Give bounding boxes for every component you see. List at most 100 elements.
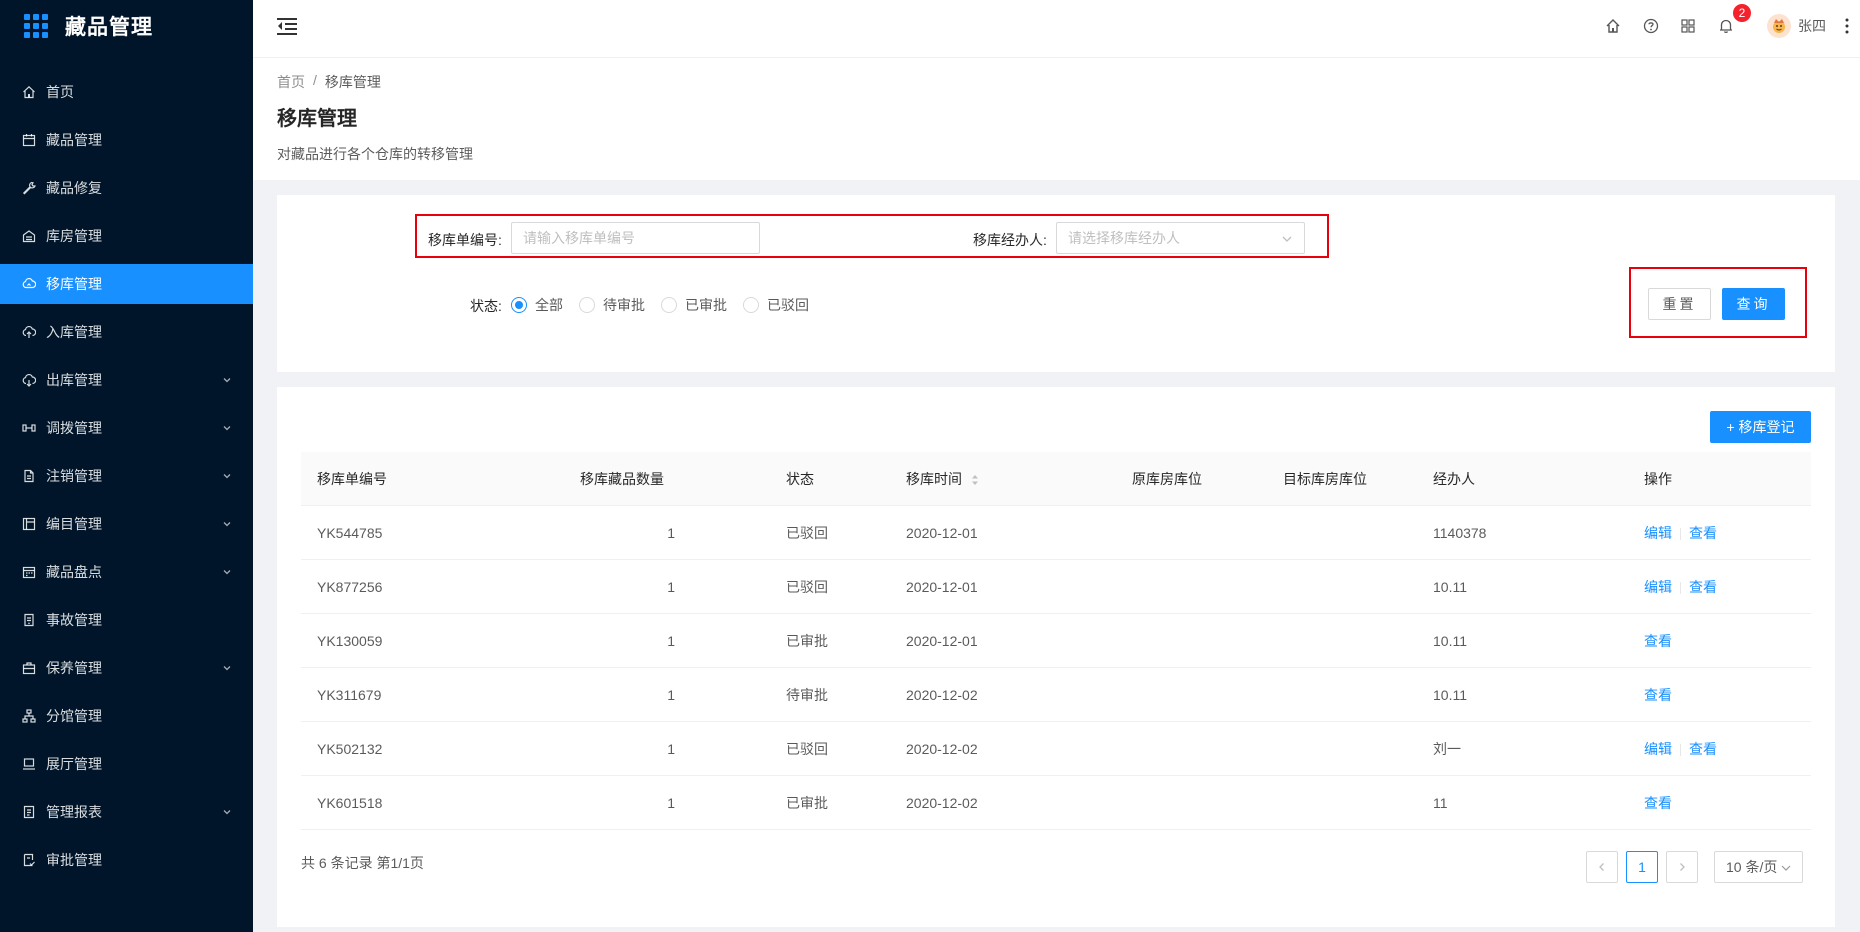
status-radio-option[interactable]: 全部 xyxy=(511,295,563,315)
table-row: YK877256 1 已驳回 2020-12-01 10.11 编辑 查看 xyxy=(301,560,1811,614)
table-cell-status: 已驳回 xyxy=(786,740,828,757)
table-cell-time: 2020-12-01 xyxy=(906,632,978,649)
table-cell-id: YK502132 xyxy=(317,740,383,757)
handler-select[interactable]: 请选择移库经办人 xyxy=(1056,222,1305,254)
avatar[interactable] xyxy=(1767,14,1791,38)
breadcrumb-home[interactable]: 首页 xyxy=(277,72,305,92)
sidebar-item[interactable]: 调拨管理 xyxy=(0,408,253,448)
sidebar-item[interactable]: 事故管理 xyxy=(0,600,253,640)
radio-circle-icon[interactable] xyxy=(511,297,527,313)
status-radio-option[interactable]: 已驳回 xyxy=(743,295,809,315)
table-cell-actions: 编辑 查看 xyxy=(1644,739,1717,759)
user-avatar-icon xyxy=(1773,19,1785,33)
table-row: YK502132 1 已驳回 2020-12-02 刘一 编辑 查看 xyxy=(301,722,1811,776)
sidebar-item-label: 事故管理 xyxy=(46,612,102,628)
user-name[interactable]: 张四 xyxy=(1798,16,1826,36)
query-button[interactable]: 查询 xyxy=(1722,288,1785,320)
next-page-button[interactable] xyxy=(1666,851,1698,883)
radio-circle-icon[interactable] xyxy=(661,297,677,313)
sidebar-item[interactable]: 审批管理 xyxy=(0,840,253,880)
help-icon[interactable] xyxy=(1643,18,1659,34)
file-icon xyxy=(22,469,36,483)
sidebar-item[interactable]: 藏品修复 xyxy=(0,168,253,208)
sidebar-item[interactable]: 管理报表 xyxy=(0,792,253,832)
calendar-icon xyxy=(22,133,36,147)
table-cell-id: YK130059 xyxy=(317,632,383,649)
table-column-header: 原库房库位 xyxy=(1132,469,1202,489)
sidebar-item[interactable]: 藏品管理 xyxy=(0,120,253,160)
view-link[interactable]: 查看 xyxy=(1689,579,1717,595)
order-no-input[interactable] xyxy=(511,222,760,254)
table-column-header[interactable]: 移库时间 xyxy=(906,469,980,489)
breadcrumb-current: 移库管理 xyxy=(324,74,381,90)
sidebar-item-label: 首页 xyxy=(46,84,74,100)
chevron-down-icon xyxy=(223,426,231,431)
sidebar-item[interactable]: 注销管理 xyxy=(0,456,253,496)
view-link[interactable]: 查看 xyxy=(1689,525,1717,541)
column-header-label: 操作 xyxy=(1644,470,1672,487)
status-radio-option[interactable]: 已审批 xyxy=(661,295,727,315)
table-cell-qty: 1 xyxy=(667,686,675,703)
table-cell-time: 2020-12-02 xyxy=(906,794,978,811)
sidebar-item[interactable]: 编目管理 xyxy=(0,504,253,544)
page-size-select[interactable]: 10 条/页 xyxy=(1714,851,1803,883)
table-cell-id: YK544785 xyxy=(317,524,383,541)
accident-icon xyxy=(22,613,36,627)
sidebar-item[interactable]: 分馆管理 xyxy=(0,696,253,736)
table-cell-handler: 10.11 xyxy=(1433,578,1467,595)
view-link[interactable]: 查看 xyxy=(1689,741,1717,757)
sidebar-item[interactable]: 藏品盘点 xyxy=(0,552,253,592)
view-link[interactable]: 查看 xyxy=(1644,795,1672,811)
bell-icon[interactable] xyxy=(1718,18,1734,34)
search-form-card: 移库单编号: 移库经办人: 请选择移库经办人 状态: 全部 待审批 已审批 已驳回 重… xyxy=(277,195,1835,372)
status-radio-option[interactable]: 待审批 xyxy=(579,295,645,315)
more-vertical-icon[interactable] xyxy=(1844,17,1850,35)
table-cell-time: 2020-12-02 xyxy=(906,740,978,757)
sidebar-item[interactable]: 移库管理 xyxy=(0,264,253,304)
handler-label: 移库经办人: xyxy=(973,232,1047,248)
status-radio-group: 全部 待审批 已审批 已驳回 xyxy=(511,295,825,315)
sidebar-item-label: 展厅管理 xyxy=(46,756,102,772)
sidebar-item-label: 藏品盘点 xyxy=(46,564,102,580)
sidebar-item-label: 调拨管理 xyxy=(46,420,102,436)
radio-option-label: 待审批 xyxy=(603,297,645,313)
table-cell-handler: 11 xyxy=(1433,794,1448,811)
view-link[interactable]: 查看 xyxy=(1644,633,1672,649)
edit-link[interactable]: 编辑 xyxy=(1644,525,1672,541)
edit-link[interactable]: 编辑 xyxy=(1644,741,1672,757)
pagination-total: 共 6 条记录 第1/1页 xyxy=(301,855,424,871)
sort-icon[interactable] xyxy=(970,473,980,487)
reset-button[interactable]: 重置 xyxy=(1648,288,1711,320)
radio-circle-icon[interactable] xyxy=(743,297,759,313)
chevron-down-icon xyxy=(223,570,231,575)
home-icon[interactable] xyxy=(1605,18,1621,34)
sidebar-item[interactable]: 保养管理 xyxy=(0,648,253,688)
table-cell-qty: 1 xyxy=(667,524,675,541)
apps-icon[interactable] xyxy=(1680,18,1696,34)
page-number-button[interactable]: 1 xyxy=(1626,851,1658,883)
view-link[interactable]: 查看 xyxy=(1644,687,1672,703)
sidebar-item[interactable]: 库房管理 xyxy=(0,216,253,256)
sidebar-item[interactable]: 出库管理 xyxy=(0,360,253,400)
order-no-label: 移库单编号: xyxy=(428,232,502,248)
radio-option-label: 已驳回 xyxy=(767,297,809,313)
table-column-header: 目标库房库位 xyxy=(1283,469,1367,489)
page-header: 首页 / 移库管理 移库管理 对藏品进行各个仓库的转移管理 xyxy=(253,58,1860,180)
breadcrumb-separator: / xyxy=(313,72,317,88)
menu-fold-icon[interactable] xyxy=(277,17,297,35)
prev-page-button[interactable] xyxy=(1586,851,1618,883)
transfer-icon xyxy=(22,421,36,435)
table-cell-status: 待审批 xyxy=(786,686,828,703)
chevron-down-icon xyxy=(223,666,231,671)
edit-link[interactable]: 编辑 xyxy=(1644,579,1672,595)
radio-option-label: 已审批 xyxy=(685,297,727,313)
sidebar-item[interactable]: 入库管理 xyxy=(0,312,253,352)
table-cell-qty: 1 xyxy=(667,578,675,595)
radio-circle-icon[interactable] xyxy=(579,297,595,313)
sidebar-item[interactable]: 首页 xyxy=(0,72,253,112)
chevron-down-icon xyxy=(223,378,231,383)
logo[interactable]: 藏品管理 xyxy=(0,0,253,52)
chevron-down-icon xyxy=(1781,865,1791,871)
add-transfer-button[interactable]: + 移库登记 xyxy=(1710,411,1811,443)
sidebar-item[interactable]: 展厅管理 xyxy=(0,744,253,784)
